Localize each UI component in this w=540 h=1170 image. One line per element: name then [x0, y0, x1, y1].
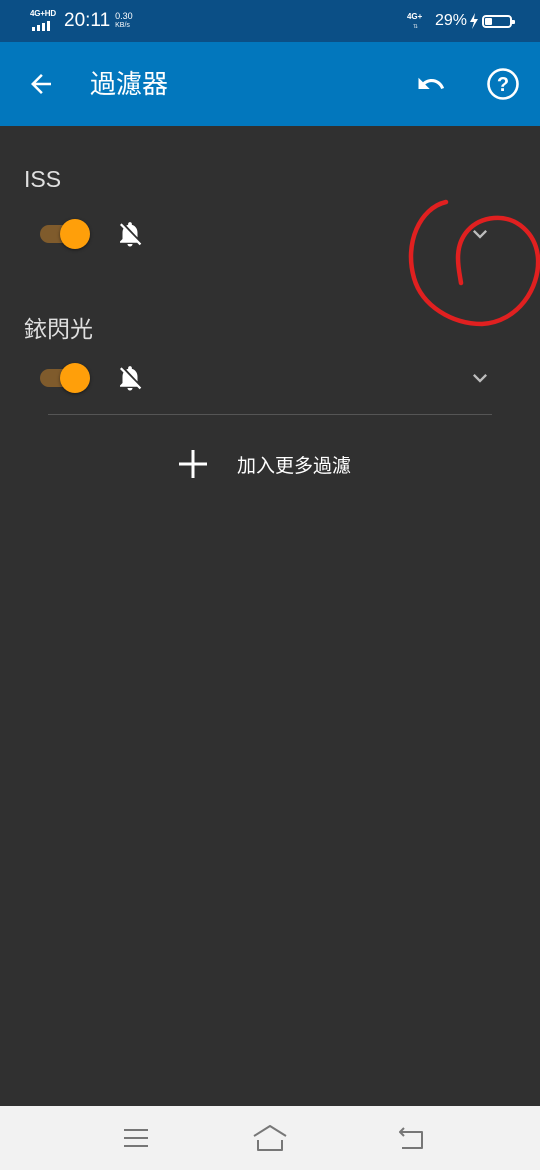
notifications-off-icon[interactable] — [115, 362, 145, 394]
system-nav-bar — [0, 1106, 540, 1170]
notifications-off-icon[interactable] — [115, 218, 145, 250]
battery-icon — [482, 14, 515, 28]
add-filter-button[interactable]: 加入更多過濾 — [175, 442, 351, 486]
divider — [48, 414, 492, 415]
add-filter-label: 加入更多過濾 — [237, 455, 352, 477]
status-left: 4G+HD 20:11 0.30 KB/s — [30, 6, 133, 36]
help-circle-icon[interactable]: ? — [486, 67, 520, 101]
chevron-down-icon[interactable] — [466, 220, 494, 248]
network-speed: 0.30 KB/s — [115, 11, 133, 30]
undo-icon[interactable] — [414, 69, 448, 99]
mobile-data-icon: 4G+ ⇅ — [406, 12, 423, 30]
signal-icon: 4G+HD — [30, 9, 56, 33]
clock: 20:11 — [64, 10, 111, 31]
charging-bolt-icon — [470, 13, 478, 29]
arrow-back-icon[interactable] — [26, 69, 56, 99]
filter-list: ISS 銥閃光 加入更多過濾 — [0, 126, 540, 1106]
plus-icon — [179, 450, 207, 478]
app-bar: 過濾器 ? — [0, 42, 540, 126]
menu-icon[interactable] — [116, 1120, 156, 1156]
filter-toggle-iss[interactable] — [40, 219, 90, 249]
status-right: 4G+ ⇅ 29% — [405, 8, 515, 34]
network-type: 4G+HD — [30, 9, 56, 18]
battery-percent: 29% — [434, 12, 467, 29]
home-icon[interactable] — [250, 1120, 290, 1156]
chevron-down-icon[interactable] — [466, 364, 494, 392]
filter-title-iss: ISS — [24, 166, 62, 192]
svg-text:?: ? — [497, 74, 509, 96]
status-bar: 4G+HD 20:11 0.30 KB/s 4G+ ⇅ 29% — [0, 0, 540, 42]
filter-toggle-iridium[interactable] — [40, 363, 90, 393]
back-icon[interactable] — [392, 1120, 432, 1156]
filter-title-iridium: 銥閃光 — [24, 316, 93, 342]
page-title: 過濾器 — [90, 69, 169, 99]
